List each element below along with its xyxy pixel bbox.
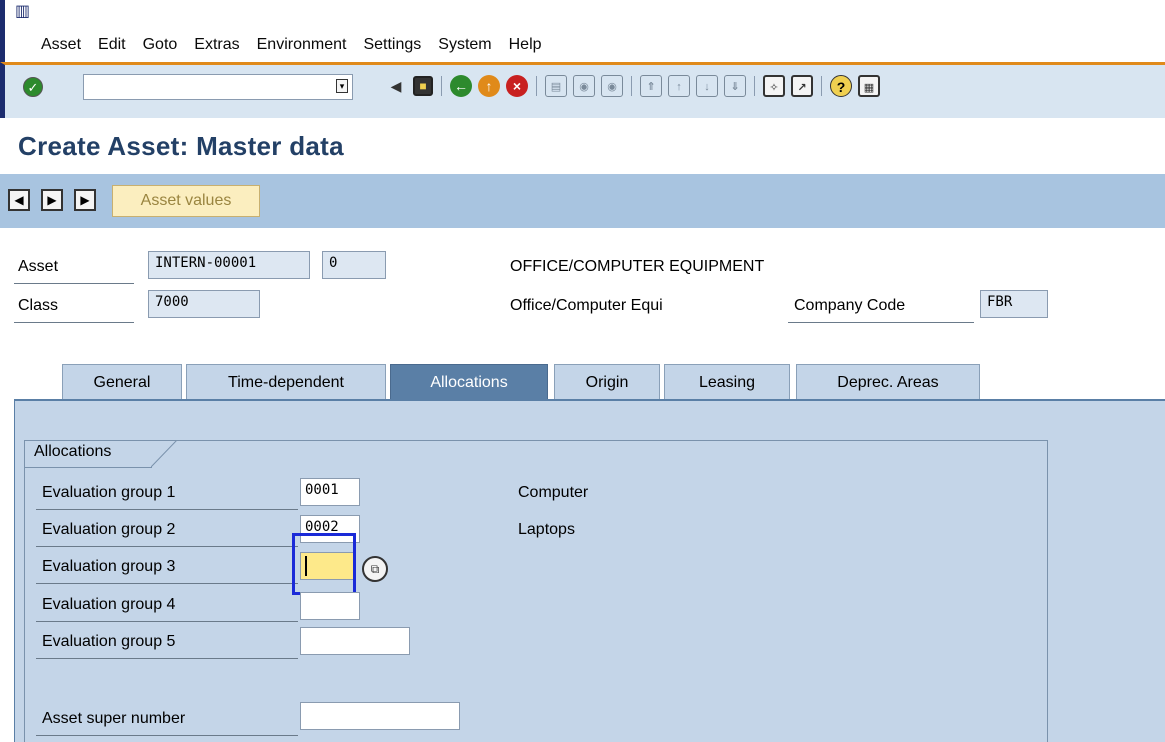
menu-item-environment[interactable]: Environment — [257, 36, 347, 54]
enter-icon[interactable]: ✓ — [23, 77, 43, 97]
other-asset-icon[interactable]: ▶ — [41, 189, 63, 211]
group-title-slant — [151, 440, 178, 468]
menu-item-system[interactable]: System — [438, 36, 491, 54]
tab-deprec-areas[interactable]: Deprec. Areas — [796, 364, 980, 400]
evaluation-group-1-field[interactable]: 0001 — [300, 478, 360, 506]
system-toolbar: ✓ ▾ ◀ ■ ← ↑ × ▤ ◉ ◉ ⇑ ↑ ↓ ⇓ ✧ ↗ ? ▦ — [0, 62, 1165, 118]
previous-screen-icon[interactable]: ◀ — [8, 189, 30, 211]
layout-icon[interactable]: ▦ — [858, 75, 880, 97]
evaluation-group-5-field[interactable] — [300, 627, 410, 655]
first-page-icon[interactable]: ⇑ — [640, 75, 662, 97]
evaluation-group-1-description: Computer — [518, 484, 589, 501]
tab-leasing[interactable]: Leasing — [664, 364, 790, 400]
asset-description: OFFICE/COMPUTER EQUIPMENT — [510, 258, 765, 275]
asset-super-number-field[interactable] — [300, 702, 460, 730]
menu-item-goto[interactable]: Goto — [143, 36, 178, 54]
row-underline — [36, 735, 298, 736]
tab-general[interactable]: General — [62, 364, 182, 400]
toolbar-separator — [821, 76, 822, 96]
menu-item-extras[interactable]: Extras — [194, 36, 239, 54]
toolbar-separator — [631, 76, 632, 96]
evaluation-group-4-field[interactable] — [300, 592, 360, 620]
help-icon[interactable]: ? — [830, 75, 852, 97]
tab-allocations[interactable]: Allocations — [390, 364, 548, 400]
page-title: Create Asset: Master data — [18, 131, 344, 161]
cancel-icon[interactable]: × — [506, 75, 528, 97]
find-next-icon[interactable]: ◉ — [601, 75, 623, 97]
find-icon[interactable]: ◉ — [573, 75, 595, 97]
previous-page-icon[interactable]: ↑ — [668, 75, 690, 97]
row-underline — [36, 546, 298, 547]
next-screen-icon[interactable]: ▶ — [74, 189, 96, 211]
row-underline — [36, 583, 298, 584]
back-icon[interactable]: ← — [450, 75, 472, 97]
save-icon[interactable]: ■ — [413, 76, 433, 96]
next-page-icon[interactable]: ↓ — [696, 75, 718, 97]
menu-bar: ▥ Asset Edit Goto Extras Environment Set… — [0, 0, 1165, 62]
toolbar-separator — [536, 76, 537, 96]
evaluation-group-1-label: Evaluation group 1 — [42, 484, 176, 501]
exit-icon[interactable]: ↑ — [478, 75, 500, 97]
evaluation-group-2-label: Evaluation group 2 — [42, 521, 176, 538]
command-field[interactable] — [83, 74, 353, 100]
asset-number-field: INTERN-00001 — [148, 251, 310, 279]
print-icon[interactable]: ▤ — [545, 75, 567, 97]
toolbar-separator — [441, 76, 442, 96]
evaluation-group-5-label: Evaluation group 5 — [42, 633, 176, 650]
back-arrow-icon[interactable]: ◀ — [385, 75, 407, 97]
menu-item-settings[interactable]: Settings — [363, 36, 421, 54]
toolbar-separator — [754, 76, 755, 96]
toolbar-icons: ◀ ■ ← ↑ × ▤ ◉ ◉ ⇑ ↑ ↓ ⇓ ✧ ↗ ? ▦ — [385, 75, 886, 97]
class-label-underline — [14, 322, 134, 323]
tab-time-dependent[interactable]: Time-dependent — [186, 364, 386, 400]
create-session-icon[interactable]: ✧ — [763, 75, 785, 97]
class-description: Office/Computer Equi — [510, 297, 663, 314]
class-label: Class — [18, 297, 59, 314]
company-code-label: Company Code — [794, 297, 906, 314]
company-code-label-underline — [788, 322, 974, 323]
menu-item-edit[interactable]: Edit — [98, 36, 126, 54]
row-underline — [36, 658, 298, 659]
row-underline — [36, 509, 298, 510]
asset-label: Asset — [18, 258, 59, 275]
class-field: 7000 — [148, 290, 260, 318]
asset-super-number-label: Asset super number — [42, 710, 186, 727]
menu: Asset Edit Goto Extras Environment Setti… — [41, 36, 559, 54]
group-title-underline — [24, 467, 152, 468]
tab-origin[interactable]: Origin — [554, 364, 660, 400]
system-menu-icon[interactable]: ▥ — [15, 4, 31, 20]
focus-highlight — [292, 533, 356, 595]
row-underline — [36, 621, 298, 622]
evaluation-group-3-label: Evaluation group 3 — [42, 558, 176, 575]
company-code-field: FBR — [980, 290, 1048, 318]
last-page-icon[interactable]: ⇓ — [724, 75, 746, 97]
evaluation-group-2-description: Laptops — [518, 521, 575, 538]
evaluation-group-4-label: Evaluation group 4 — [42, 596, 176, 613]
application-toolbar: ◀ ▶ ▶ Asset values — [0, 174, 1165, 228]
asset-label-underline — [14, 283, 134, 284]
asset-values-button[interactable]: Asset values — [112, 185, 260, 217]
asset-subnumber-field: 0 — [322, 251, 386, 279]
menu-item-help[interactable]: Help — [509, 36, 542, 54]
menu-item-asset[interactable]: Asset — [41, 36, 81, 54]
command-dropdown-icon[interactable]: ▾ — [336, 79, 348, 93]
shortcut-icon[interactable]: ↗ — [791, 75, 813, 97]
possible-entries-icon[interactable]: ⧉ — [362, 556, 388, 582]
